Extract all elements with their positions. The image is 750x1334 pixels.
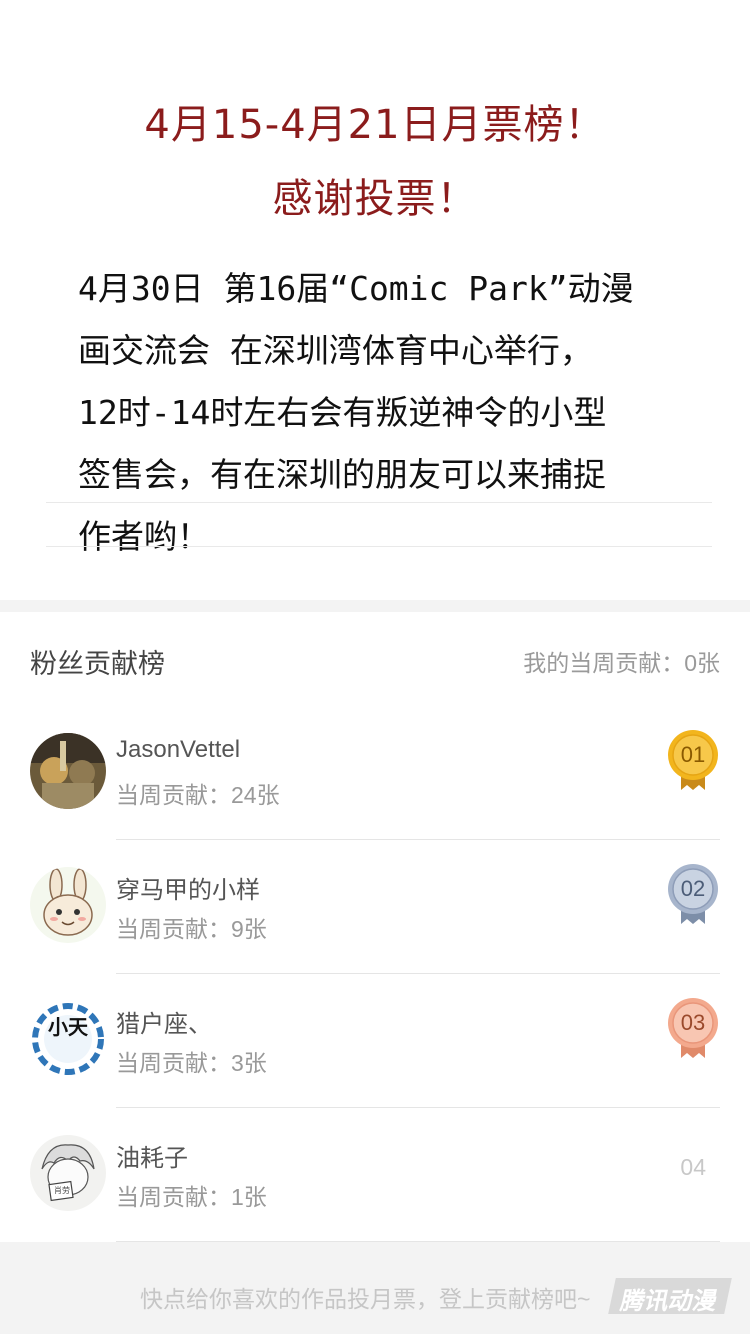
silver-medal-icon: 02 (666, 862, 720, 926)
avatar-image (30, 733, 106, 809)
username[interactable]: 油耗子 (116, 1138, 188, 1173)
avatar-image (30, 1135, 106, 1211)
contribution-count: 当周贡献：1张 (116, 1184, 267, 1210)
avatar-image (30, 1001, 106, 1077)
avatar-glyphs: 小天 (48, 1015, 88, 1039)
my-contribution: 我的当周贡献：0张 (523, 650, 720, 676)
username[interactable]: 穿马甲的小样 (116, 870, 260, 905)
avatar[interactable] (30, 733, 106, 809)
announcement-line: 签售会，有在深圳的朋友可以来捕捉 (78, 455, 606, 494)
fold-divider (46, 546, 712, 547)
leaderboard-title: 粉丝贡献榜 (30, 649, 165, 679)
username[interactable]: 猎户座、 (116, 1004, 212, 1039)
contribution-count: 当周贡献：24张 (116, 782, 280, 808)
announcement-body: 4月30日 第16届“Comic Park”动漫 画交流会 在深圳湾体育中心举行… (78, 258, 678, 568)
avatar[interactable]: 小天 (30, 1001, 106, 1077)
footer-bar[interactable]: 快点给你喜欢的作品投月票，登上贡献榜吧~ 腾讯动漫 (0, 1242, 750, 1334)
leaderboard-row[interactable]: 小天 猎户座、 当周贡献：3张 03 (0, 974, 750, 1108)
avatar[interactable]: 肖劳 (30, 1135, 106, 1211)
username[interactable]: JasonVettel (116, 736, 240, 764)
avatar-image (30, 867, 106, 943)
announcement-panel: 4月15-4月21日月票榜！ 感谢投票！ 4月30日 第16届“Comic Pa… (0, 0, 750, 600)
leaderboard-row[interactable]: JasonVettel 当周贡献：24张 01 (0, 706, 750, 840)
rank-number: 03 (680, 1010, 706, 1035)
leaderboard-header: 粉丝贡献榜 我的当周贡献：0张 (0, 612, 750, 702)
announcement-title: 4月15-4月21日月票榜！ (144, 102, 606, 148)
contribution-count: 当周贡献：3张 (116, 1050, 267, 1076)
announcement-line: 画交流会 在深圳湾体育中心举行， (78, 331, 593, 370)
rank-number: 02 (680, 876, 706, 901)
bronze-medal-icon: 03 (666, 996, 720, 1060)
avatar-glyphs: 肖劳 (54, 1186, 70, 1195)
announcement-subtitle: 感谢投票！ (272, 176, 478, 222)
fold-divider (46, 502, 712, 503)
watermark-text: 腾讯动漫 (617, 1287, 720, 1315)
vote-prompt[interactable]: 快点给你喜欢的作品投月票，登上贡献榜吧~ (140, 1280, 590, 1314)
leaderboard-row[interactable]: 肖劳 油耗子 当周贡献：1张 04 (0, 1108, 750, 1242)
rank-number: 01 (680, 742, 706, 767)
announcement-line: 4月30日 第16届“Comic Park”动漫 (78, 269, 634, 308)
rank-number: 04 (680, 1154, 706, 1180)
announcement-line: 作者哟！ (78, 517, 210, 556)
gold-medal-icon: 01 (666, 728, 720, 792)
watermark-logo: 腾讯动漫 (608, 1278, 732, 1315)
section-separator (0, 600, 750, 612)
announcement-line: 12时-14时左右会有叛逆神令的小型 (78, 393, 607, 432)
contribution-count: 当周贡献：9张 (116, 916, 267, 942)
leaderboard-row[interactable]: 穿马甲的小样 当周贡献：9张 02 (0, 840, 750, 974)
avatar[interactable] (30, 867, 106, 943)
